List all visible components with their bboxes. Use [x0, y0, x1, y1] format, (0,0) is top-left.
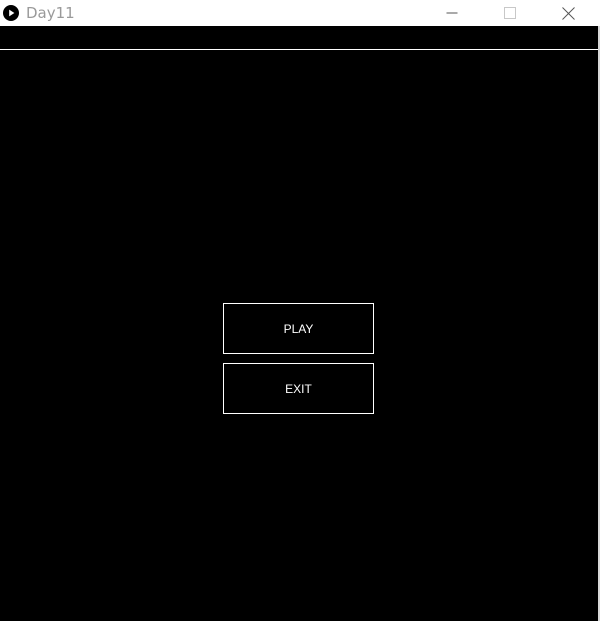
play-button[interactable]: PLAY [223, 303, 374, 354]
minimize-button[interactable] [423, 0, 481, 26]
minimize-icon [446, 12, 458, 14]
header-divider [0, 49, 600, 50]
close-icon [561, 6, 575, 20]
maximize-button[interactable] [481, 0, 539, 26]
game-window: Day11 PLAY EXIT [0, 0, 600, 621]
play-circle-icon [3, 5, 19, 21]
window-title: Day11 [26, 4, 75, 22]
exit-button-label: EXIT [285, 381, 312, 396]
close-button[interactable] [539, 0, 597, 26]
maximize-icon [504, 7, 516, 19]
play-button-label: PLAY [283, 321, 314, 336]
title-bar[interactable]: Day11 [0, 0, 600, 26]
exit-button[interactable]: EXIT [223, 363, 374, 414]
game-header-strip [0, 26, 600, 49]
